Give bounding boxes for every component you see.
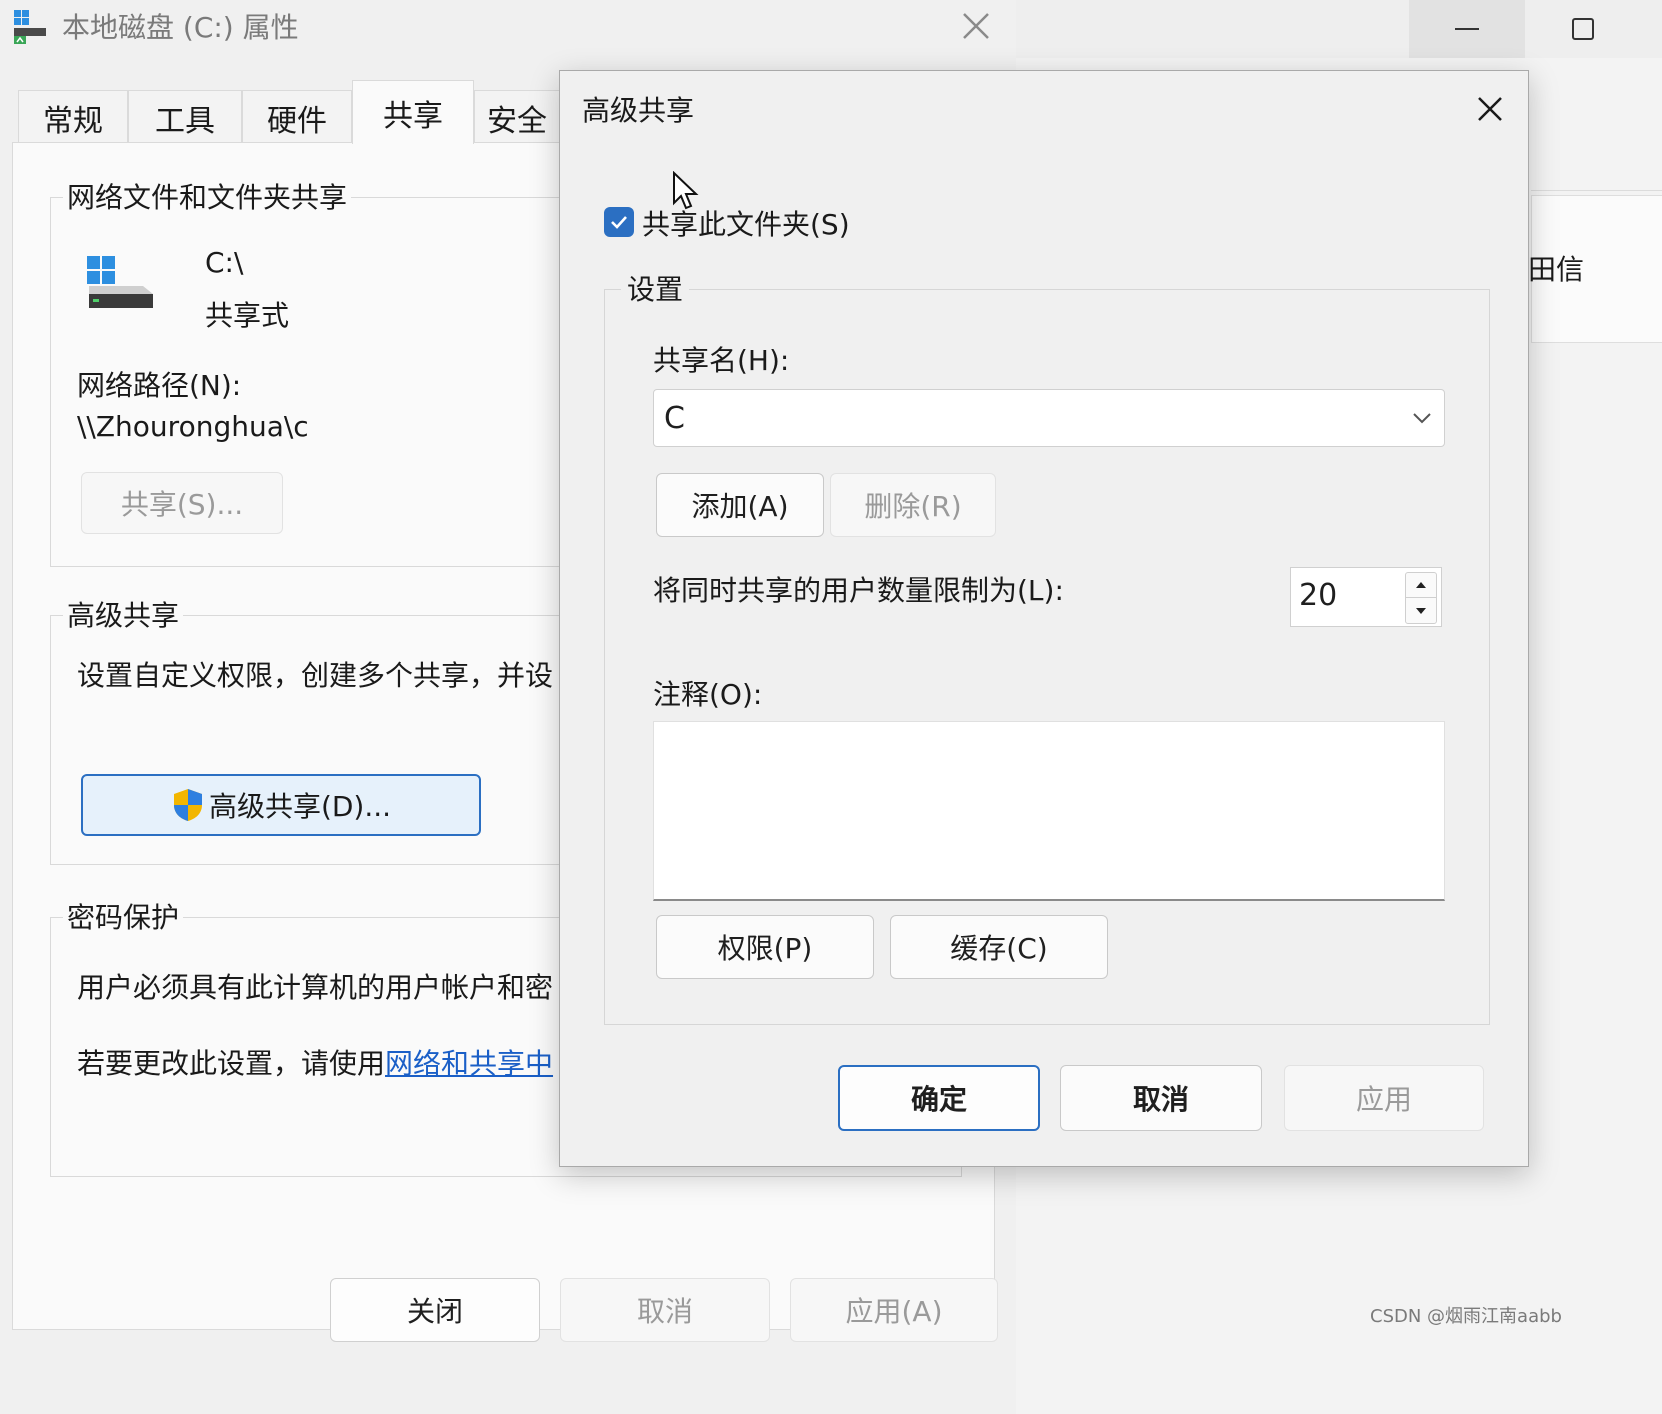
stepper-down-button[interactable]	[1406, 598, 1436, 623]
close-icon	[963, 13, 989, 39]
tab-tools[interactable]: 工具	[128, 90, 242, 144]
tab-general[interactable]: 常规	[18, 90, 128, 144]
properties-title: 本地磁盘 (C:) 属性	[62, 11, 299, 44]
drive-large-icon	[87, 256, 153, 308]
share-name-select[interactable]: C	[653, 389, 1445, 447]
share-folder-checkbox[interactable]	[604, 207, 634, 237]
dialog-close-button[interactable]	[1472, 91, 1508, 127]
password-protection-line2-prefix: 若要更改此设置，请使用	[77, 1047, 386, 1080]
stepper-up-button[interactable]	[1406, 573, 1436, 598]
properties-titlebar: 本地磁盘 (C:) 属性	[0, 0, 1016, 54]
background-divider	[1531, 190, 1662, 191]
password-protection-line2: 若要更改此设置，请使用网络和共享中	[77, 1042, 553, 1082]
maximize-icon	[1572, 18, 1594, 40]
network-sharing-center-link[interactable]: 网络和共享中	[385, 1047, 553, 1080]
uac-shield-icon	[173, 789, 202, 821]
background-panel-text: 田信	[1528, 253, 1585, 286]
properties-close-button[interactable]	[958, 8, 994, 44]
remove-share-button[interactable]: 删除(R)	[830, 473, 996, 537]
tab-sharing[interactable]: 共享	[352, 80, 474, 144]
user-limit-stepper[interactable]: 20	[1290, 567, 1442, 627]
tab-label: 安全	[487, 103, 547, 139]
cancel-button[interactable]: 取消	[560, 1278, 770, 1342]
triangle-down-icon	[1416, 607, 1426, 614]
dialog-cancel-button[interactable]: 取消	[1060, 1065, 1262, 1131]
user-limit-label: 将同时共享的用户数量限制为(L):	[653, 574, 1064, 607]
stepper-buttons	[1405, 572, 1437, 624]
group-title: 密码保护	[63, 896, 184, 936]
dialog-apply-button[interactable]: 应用	[1284, 1065, 1484, 1131]
advanced-sharing-button-label: 高级共享(D)...	[208, 790, 392, 823]
comment-textarea[interactable]	[653, 721, 1445, 901]
user-limit-value: 20	[1299, 578, 1338, 613]
share-name-value: C	[664, 400, 685, 436]
tab-label: 硬件	[267, 103, 327, 139]
share-button[interactable]: 共享(S)...	[81, 472, 283, 534]
minimize-button[interactable]	[1409, 0, 1525, 58]
advanced-sharing-button[interactable]: 高级共享(D)...	[81, 774, 481, 836]
settings-title: 设置	[621, 268, 690, 308]
maximize-button[interactable]	[1525, 0, 1641, 58]
triangle-up-icon	[1416, 582, 1426, 588]
checkmark-icon	[611, 216, 627, 229]
mouse-cursor-icon	[673, 171, 699, 210]
tab-security[interactable]: 安全	[474, 90, 564, 144]
close-icon	[1478, 97, 1502, 121]
share-status: 共享式	[205, 299, 290, 332]
minimize-icon	[1455, 28, 1479, 30]
tab-label: 工具	[155, 103, 215, 139]
share-name-label: 共享名(H):	[653, 344, 790, 377]
group-title: 高级共享	[63, 594, 184, 634]
comment-label: 注释(O):	[653, 678, 763, 711]
ok-button[interactable]: 确定	[838, 1065, 1040, 1131]
caching-button[interactable]: 缓存(C)	[890, 915, 1108, 979]
tab-label: 常规	[43, 103, 103, 139]
network-path-value: \\Zhouronghua\c	[77, 410, 309, 443]
watermark: CSDN @烟雨江南aabb	[1370, 1306, 1562, 1327]
drive-icon	[14, 10, 46, 44]
close-button[interactable]: 关闭	[330, 1278, 540, 1342]
tab-label: 共享	[383, 98, 443, 134]
add-share-button[interactable]: 添加(A)	[656, 473, 824, 537]
advanced-sharing-description: 设置自定义权限，创建多个共享，并设	[77, 659, 554, 692]
permissions-button[interactable]: 权限(P)	[656, 915, 874, 979]
tab-hardware[interactable]: 硬件	[242, 90, 352, 144]
drive-name: C:\	[205, 246, 244, 279]
advanced-sharing-dialog: 高级共享 共享此文件夹(S) 设置 共享名(H): C 添加(A) 删除(R) …	[559, 70, 1529, 1167]
chevron-down-icon	[1413, 413, 1431, 424]
dialog-title: 高级共享	[582, 94, 695, 127]
password-protection-line1: 用户必须具有此计算机的用户帐户和密	[77, 971, 554, 1004]
apply-button[interactable]: 应用(A)	[790, 1278, 998, 1342]
group-title: 网络文件和文件夹共享	[63, 176, 352, 216]
network-path-label: 网络路径(N):	[77, 369, 242, 402]
